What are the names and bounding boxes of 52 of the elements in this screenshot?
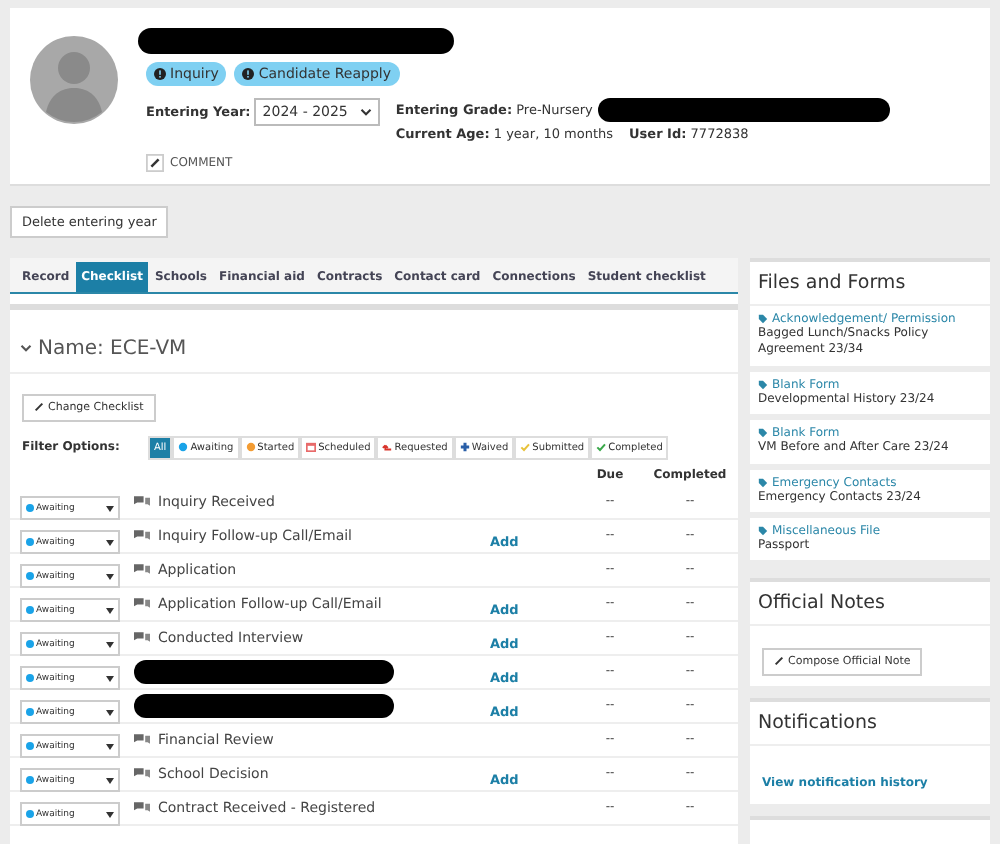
checkmark-icon [520,442,531,452]
chat-icon [134,800,150,814]
panel-title: Files and Forms [750,262,990,306]
pencil-icon [774,656,784,667]
caret-icon [106,641,114,647]
info-icon [242,68,255,80]
calendar-icon [306,442,317,452]
caret-icon [106,607,114,613]
dot-icon [245,442,256,452]
caret-icon [106,675,114,681]
panel-title: Official Notes [750,582,990,627]
status-dot-icon [26,606,34,614]
arrow-icon [382,442,393,452]
tag-icon [758,477,768,488]
chat-icon [134,596,150,610]
tag-icon [758,314,768,324]
chat-icon [134,494,150,508]
dot-icon [178,442,189,452]
status-dot-icon [26,742,34,750]
caret-icon [106,505,114,511]
chat-icon [134,562,150,576]
status-dot-icon [26,708,34,716]
caret-icon [106,573,114,579]
chat-icon [134,732,150,746]
chevron-down-icon [20,344,32,352]
tag-icon [758,379,768,390]
chat-icon [134,766,150,780]
chat-icon [134,528,150,542]
pencil-icon[interactable] [146,154,164,172]
caret-icon [106,777,114,783]
checklist-name-heading[interactable]: Name: ECE-VM [20,337,187,359]
info-icon [154,68,166,80]
panel-title: Notifications [750,701,990,746]
tag-icon [758,525,768,536]
tag-icon [758,428,768,439]
status-dot-icon [26,640,34,648]
caret-icon [106,539,114,545]
caret-icon [106,743,114,749]
status-dot-icon [26,810,34,818]
status-dot-icon [26,538,34,546]
status-dot-icon [26,674,34,682]
status-dot-icon [26,572,34,580]
caret-icon [106,811,114,817]
chevron-down-icon [359,108,372,116]
pencil-icon [34,402,44,412]
avatar-icon [30,36,118,124]
caret-icon [106,709,114,715]
checkmark-icon [596,442,607,452]
plus-icon [459,442,470,452]
status-dot-icon [26,776,34,784]
chat-icon [134,630,150,644]
status-dot-icon [26,504,34,512]
